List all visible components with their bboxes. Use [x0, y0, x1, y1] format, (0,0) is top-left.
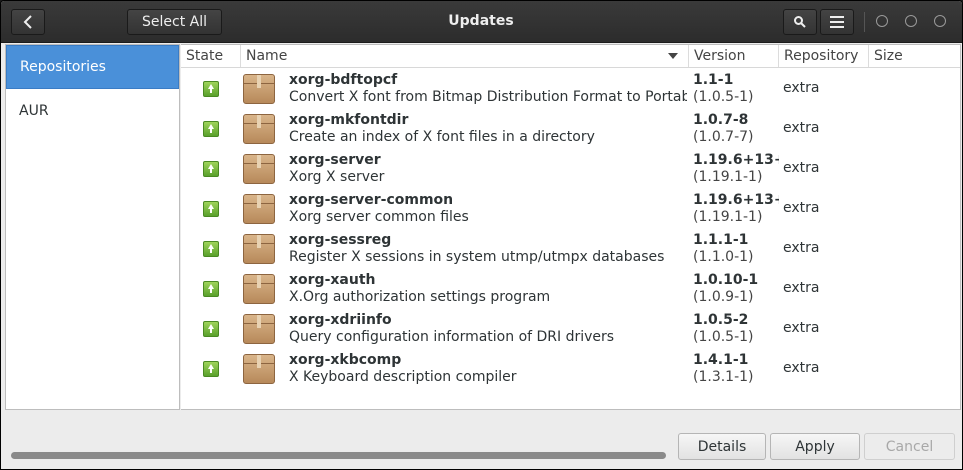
- list-header: State Name Version Repository Size: [181, 45, 960, 68]
- package-description: X Keyboard description compiler: [289, 369, 517, 385]
- table-row[interactable]: xorg-server Xorg X server 1.19.6+13+ (1.…: [181, 149, 960, 189]
- column-header-state[interactable]: State: [181, 45, 241, 67]
- package-repository: extra: [783, 120, 820, 136]
- update-available-icon: [203, 201, 219, 217]
- package-description: Register X sessions in system utmp/utmpx…: [289, 249, 665, 265]
- package-new-version: 1.4.1-1: [693, 352, 749, 368]
- package-description: Query configuration information of DRI d…: [289, 329, 615, 345]
- header-bar: Select All Updates: [1, 1, 962, 43]
- package-old-version: (1.0.5-1): [693, 89, 754, 105]
- update-available-icon: [203, 281, 219, 297]
- window-title: Updates: [448, 13, 514, 29]
- apply-button[interactable]: Apply: [770, 433, 860, 460]
- package-old-version: (1.3.1-1): [693, 369, 754, 385]
- package-icon: [243, 274, 275, 304]
- package-icon: [243, 234, 275, 264]
- package-old-version: (1.0.7-7): [693, 129, 754, 145]
- update-available-icon: [203, 161, 219, 177]
- sidebar-item-aur[interactable]: AUR: [6, 89, 179, 133]
- menu-button[interactable]: [820, 9, 854, 35]
- back-button[interactable]: [11, 9, 45, 35]
- table-row[interactable]: xorg-mkfontdir Create an index of X font…: [181, 109, 960, 149]
- package-icon: [243, 154, 275, 184]
- update-available-icon: [203, 361, 219, 377]
- package-new-version: 1.0.10-1: [693, 272, 759, 288]
- sidebar: Repositories AUR: [5, 44, 180, 410]
- package-description: X.Org authorization settings program: [289, 289, 551, 305]
- package-repository: extra: [783, 80, 820, 96]
- update-available-icon: [203, 81, 219, 97]
- package-icon: [243, 194, 275, 224]
- table-row[interactable]: xorg-server-common Xorg server common fi…: [181, 189, 960, 229]
- table-row[interactable]: xorg-xkbcomp X Keyboard description comp…: [181, 349, 960, 389]
- package-description: Create an index of X font files in a dir…: [289, 129, 595, 145]
- column-header-version[interactable]: Version: [689, 45, 779, 67]
- table-row[interactable]: xorg-sessreg Register X sessions in syst…: [181, 229, 960, 269]
- package-name: xorg-server-common: [289, 192, 454, 208]
- package-name: xorg-xkbcomp: [289, 352, 402, 368]
- update-available-icon: [203, 121, 219, 137]
- maximize-icon[interactable]: [905, 15, 917, 27]
- package-icon: [243, 114, 275, 144]
- package-old-version: (1.19.1-1): [693, 169, 763, 185]
- package-repository: extra: [783, 160, 820, 176]
- package-new-version: 1.19.6+13+: [693, 152, 779, 168]
- sidebar-item-label: Repositories: [20, 59, 106, 75]
- select-all-button[interactable]: Select All: [127, 9, 222, 35]
- sidebar-item-label: AUR: [19, 103, 49, 119]
- package-old-version: (1.1.0-1): [693, 249, 754, 265]
- package-name: xorg-mkfontdir: [289, 112, 409, 128]
- package-icon: [243, 354, 275, 384]
- package-name: xorg-bdftopcf: [289, 72, 398, 88]
- package-old-version: (1.19.1-1): [693, 209, 763, 225]
- package-old-version: (1.0.5-1): [693, 329, 754, 345]
- package-name: xorg-xauth: [289, 272, 376, 288]
- package-description: Convert X font from Bitmap Distribution …: [289, 89, 687, 105]
- update-available-icon: [203, 241, 219, 257]
- table-row[interactable]: xorg-xdriinfo Query configuration inform…: [181, 309, 960, 349]
- progress-bar: [11, 452, 666, 459]
- cancel-button[interactable]: Cancel: [864, 433, 955, 460]
- package-repository: extra: [783, 320, 820, 336]
- updates-list: State Name Version Repository Size xorg-…: [181, 44, 961, 410]
- package-icon: [243, 74, 275, 104]
- package-description: Xorg X server: [289, 169, 385, 185]
- package-new-version: 1.0.7-8: [693, 112, 749, 128]
- package-new-version: 1.19.6+13+: [693, 192, 779, 208]
- column-header-name[interactable]: Name: [241, 45, 689, 67]
- sort-descending-icon: [668, 53, 678, 59]
- search-button[interactable]: [783, 9, 817, 35]
- table-row[interactable]: xorg-bdftopcf Convert X font from Bitmap…: [181, 69, 960, 109]
- chevron-left-icon: [23, 15, 32, 29]
- package-icon: [243, 314, 275, 344]
- table-row[interactable]: xorg-xauth X.Org authorization settings …: [181, 269, 960, 309]
- close-icon[interactable]: [934, 15, 946, 27]
- package-description: Xorg server common files: [289, 209, 469, 225]
- column-header-repository[interactable]: Repository: [779, 45, 869, 67]
- package-old-version: (1.0.9-1): [693, 289, 754, 305]
- package-repository: extra: [783, 200, 820, 216]
- details-button[interactable]: Details: [678, 433, 766, 460]
- package-name: xorg-sessreg: [289, 232, 392, 248]
- update-available-icon: [203, 321, 219, 337]
- package-name: xorg-xdriinfo: [289, 312, 392, 328]
- package-repository: extra: [783, 280, 820, 296]
- package-new-version: 1.1.1-1: [693, 232, 749, 248]
- column-header-name-label: Name: [246, 48, 288, 64]
- hamburger-menu-icon: [830, 16, 844, 28]
- column-header-size[interactable]: Size: [869, 45, 960, 67]
- package-repository: extra: [783, 360, 820, 376]
- search-icon: [794, 16, 806, 28]
- sidebar-item-repositories[interactable]: Repositories: [6, 45, 179, 89]
- updates-window: Select All Updates Repositories AUR Stat…: [0, 0, 963, 470]
- package-repository: extra: [783, 240, 820, 256]
- package-new-version: 1.0.5-2: [693, 312, 749, 328]
- minimize-icon[interactable]: [876, 15, 888, 27]
- package-new-version: 1.1-1: [693, 72, 734, 88]
- package-name: xorg-server: [289, 152, 381, 168]
- header-separator: [864, 12, 865, 32]
